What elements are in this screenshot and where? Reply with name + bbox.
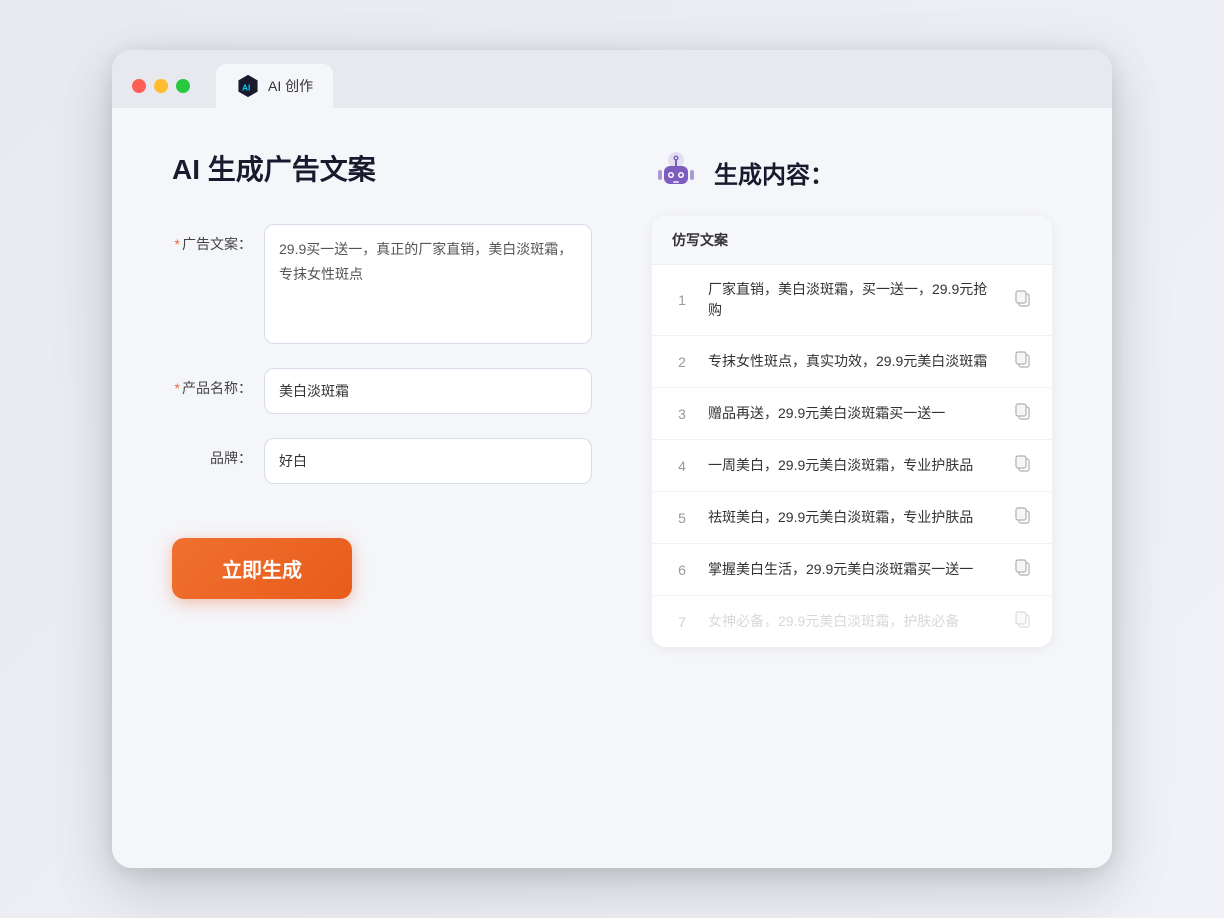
generate-button[interactable]: 立即生成 (172, 538, 352, 599)
left-panel: AI 生成广告文案 *广告文案： 29.9买一送一，真正的厂家直销，美白淡斑霜，… (172, 148, 592, 599)
copy-icon[interactable] (1014, 289, 1032, 312)
product-name-input[interactable] (264, 368, 592, 414)
brand-input[interactable] (264, 438, 592, 484)
ad-copy-input[interactable]: 29.9买一送一，真正的厂家直销，美白淡斑霜，专抹女性斑点 (264, 224, 592, 344)
close-button[interactable] (132, 79, 146, 93)
ai-tab-icon: AI (236, 74, 260, 98)
table-row: 6 掌握美白生活，29.9元美白淡斑霜买一送一 (652, 544, 1052, 596)
ad-copy-group: *广告文案： 29.9买一送一，真正的厂家直销，美白淡斑霜，专抹女性斑点 (172, 224, 592, 344)
required-star-1: * (175, 236, 180, 252)
active-tab[interactable]: AI AI 创作 (216, 64, 333, 108)
row-number: 4 (672, 458, 692, 474)
tab-label: AI 创作 (268, 76, 313, 96)
right-header: 生成内容： (652, 148, 1052, 196)
row-number: 6 (672, 562, 692, 578)
row-text: 一周美白，29.9元美白淡斑霜，专业护肤品 (708, 455, 998, 476)
row-text: 女神必备，29.9元美白淡斑霜，护肤必备 (708, 611, 998, 632)
browser-titlebar: AI AI 创作 (112, 50, 1112, 108)
row-text: 厂家直销，美白淡斑霜，买一送一，29.9元抢购 (708, 279, 998, 321)
browser-window: AI AI 创作 AI 生成广告文案 *广告文案： 29.9买一送一，真正的厂家… (112, 50, 1112, 868)
product-name-label: *产品名称： (172, 368, 252, 398)
row-text: 专抹女性斑点，真实功效，29.9元美白淡斑霜 (708, 351, 998, 372)
required-star-2: * (175, 380, 180, 396)
copy-icon[interactable] (1014, 558, 1032, 581)
brand-label: 品牌： (172, 438, 252, 468)
table-header: 仿写文案 (652, 216, 1052, 265)
row-text: 赠品再送，29.9元美白淡斑霜买一送一 (708, 403, 998, 424)
table-row: 7 女神必备，29.9元美白淡斑霜，护肤必备 (652, 596, 1052, 647)
table-row: 3 赠品再送，29.9元美白淡斑霜买一送一 (652, 388, 1052, 440)
minimize-button[interactable] (154, 79, 168, 93)
table-row: 4 一周美白，29.9元美白淡斑霜，专业护肤品 (652, 440, 1052, 492)
table-row: 2 专抹女性斑点，真实功效，29.9元美白淡斑霜 (652, 336, 1052, 388)
robot-icon (652, 148, 700, 196)
table-row: 1 厂家直销，美白淡斑霜，买一送一，29.9元抢购 (652, 265, 1052, 336)
row-number: 5 (672, 510, 692, 526)
browser-content: AI 生成广告文案 *广告文案： 29.9买一送一，真正的厂家直销，美白淡斑霜，… (112, 108, 1112, 868)
results-container: 1 厂家直销，美白淡斑霜，买一送一，29.9元抢购 2 专抹女性斑点，真实功效，29… (652, 265, 1052, 647)
row-number: 2 (672, 354, 692, 370)
product-name-group: *产品名称： (172, 368, 592, 414)
table-row: 5 祛斑美白，29.9元美白淡斑霜，专业护肤品 (652, 492, 1052, 544)
copy-icon[interactable] (1014, 610, 1032, 633)
row-number: 1 (672, 292, 692, 308)
main-layout: AI 生成广告文案 *广告文案： 29.9买一送一，真正的厂家直销，美白淡斑霜，… (172, 148, 1052, 647)
copy-icon[interactable] (1014, 506, 1032, 529)
right-panel: 生成内容： 仿写文案 1 厂家直销，美白淡斑霜，买一送一，29.9元抢购 2 专抹女… (652, 148, 1052, 647)
results-table: 仿写文案 1 厂家直销，美白淡斑霜，买一送一，29.9元抢购 2 专抹女性斑点，真实… (652, 216, 1052, 647)
maximize-button[interactable] (176, 79, 190, 93)
brand-group: 品牌： (172, 438, 592, 484)
row-number: 7 (672, 614, 692, 630)
svg-text:AI: AI (242, 84, 250, 93)
copy-icon[interactable] (1014, 350, 1032, 373)
page-title: AI 生成广告文案 (172, 148, 592, 188)
copy-icon[interactable] (1014, 402, 1032, 425)
copy-icon[interactable] (1014, 454, 1032, 477)
row-text: 掌握美白生活，29.9元美白淡斑霜买一送一 (708, 559, 998, 580)
right-title: 生成内容： (714, 155, 834, 190)
traffic-lights (132, 79, 190, 93)
row-text: 祛斑美白，29.9元美白淡斑霜，专业护肤品 (708, 507, 998, 528)
row-number: 3 (672, 406, 692, 422)
ad-copy-label: *广告文案： (172, 224, 252, 254)
